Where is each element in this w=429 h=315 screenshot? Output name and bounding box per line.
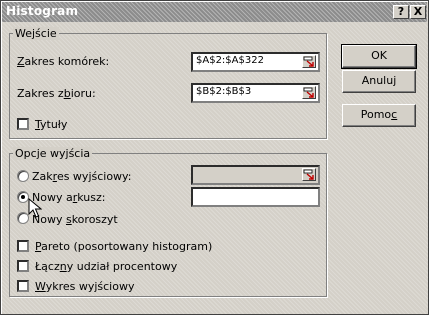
help-title-button[interactable]: ?	[393, 5, 409, 19]
new-sheet-label: Nowy arkusz:	[32, 191, 106, 204]
input-range-value: $A$2:$A$322	[196, 55, 264, 66]
radio-selected-dot	[21, 195, 25, 199]
chart-output-label: Wykres wyjściowy	[35, 280, 135, 293]
title-bar[interactable]: Histogram ? X	[2, 2, 427, 22]
help-button[interactable]: Pomoc	[342, 104, 416, 127]
output-group-legend: Opcje wyjścia	[13, 147, 93, 160]
chart-output-checkbox[interactable]	[17, 280, 29, 292]
cumulative-percentage-label: Łączny udział procentowy	[35, 260, 178, 273]
output-range-radio[interactable]	[17, 170, 29, 182]
bin-range-label: Zakres zbioru:	[17, 87, 96, 100]
window-title: Histogram	[6, 4, 79, 18]
bin-range-field[interactable]: $B$2:$B$3	[191, 83, 320, 103]
mouse-pointer-icon	[28, 198, 42, 218]
labels-checkbox-label: Tytuły	[35, 118, 68, 131]
ok-button[interactable]: OK	[341, 44, 417, 69]
close-button[interactable]: X	[410, 5, 426, 19]
output-range-label: Zakres wyjściowy:	[32, 170, 132, 183]
labels-checkbox[interactable]	[17, 118, 29, 130]
new-workbook-label: Nowy skoroszyt	[32, 213, 118, 226]
pareto-label: Pareto (posortowany histogram)	[35, 240, 213, 253]
bin-range-value: $B$2:$B$3	[196, 86, 252, 97]
range-collapse-icon[interactable]	[302, 55, 316, 68]
new-sheet-field[interactable]	[191, 187, 320, 207]
input-group-legend: Wejście	[13, 27, 59, 40]
range-collapse-icon[interactable]	[302, 168, 316, 181]
output-range-field[interactable]	[191, 165, 320, 185]
pareto-checkbox[interactable]	[17, 240, 29, 252]
range-collapse-icon[interactable]	[302, 86, 316, 99]
cancel-button[interactable]: Anuluj	[342, 70, 416, 93]
histogram-dialog: Histogram ? X Wejście Zakres komórek: $A…	[0, 0, 429, 315]
input-range-label: Zakres komórek:	[17, 55, 110, 68]
cumulative-percentage-checkbox[interactable]	[17, 260, 29, 272]
input-range-field[interactable]: $A$2:$A$322	[191, 52, 320, 72]
